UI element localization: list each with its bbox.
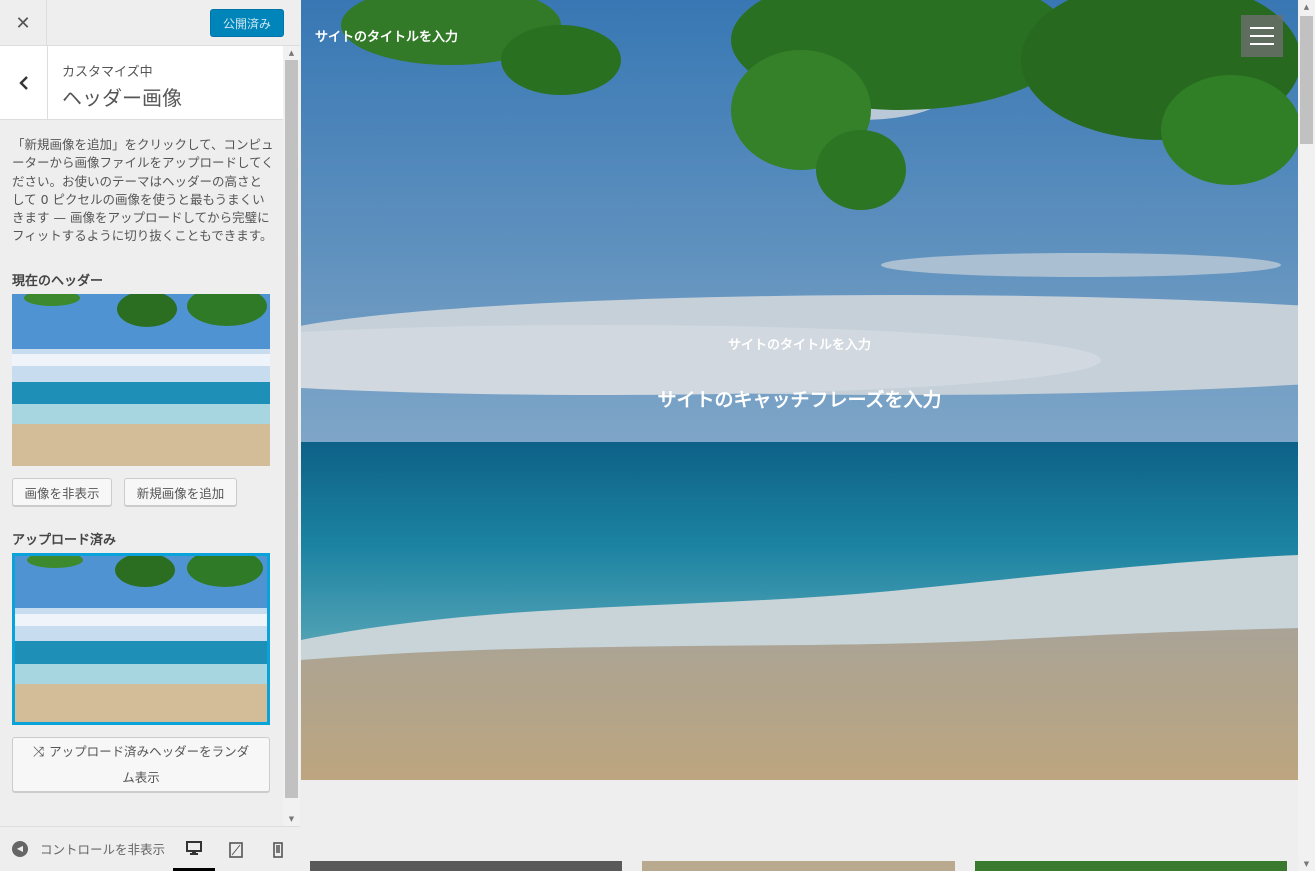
collapse-icon: ◀ (12, 840, 28, 857)
tablet-icon (229, 841, 243, 858)
section-description: 「新規画像を追加」をクリックして、コンピューターから画像ファイルをアップロードし… (12, 137, 274, 244)
customizer-header: ✕ 公開済み (0, 0, 300, 46)
section-breadcrumb: カスタマイズ中 (62, 65, 153, 80)
customizer-sidebar: ✕ 公開済み カスタマイズ中 ヘッダー画像 「新規画像を追加」をクリックして、コ… (0, 0, 300, 871)
hide-image-button[interactable]: 画像を非表示 (12, 478, 112, 506)
uploaded-label: アップロード済み (12, 533, 117, 548)
add-new-image-button[interactable]: 新規画像を追加 (124, 478, 237, 506)
sidebar-scrollbar-thumb[interactable] (285, 60, 298, 798)
publish-button[interactable]: 公開済み (210, 9, 284, 37)
scroll-down-icon[interactable]: ▼ (283, 812, 300, 826)
preview-tablet-button[interactable] (215, 827, 257, 871)
shuffle-icon: ⤨ (32, 743, 45, 760)
scroll-up-icon[interactable]: ▲ (1298, 0, 1315, 14)
hero-site-title: サイトのタイトルを入力 (727, 338, 871, 353)
chevron-left-icon (18, 76, 28, 90)
current-header-label: 現在のヘッダー (12, 274, 104, 289)
preview-desktop-button[interactable] (173, 827, 215, 871)
menu-toggle-icon[interactable] (1241, 15, 1283, 57)
section-title: ヘッダー画像 (62, 86, 182, 110)
collapse-label: コントロールを非表示 (40, 842, 166, 857)
preview-mobile-button[interactable] (257, 827, 299, 871)
randomize-label-line1: アップロード済みヘッダーをランダ (49, 743, 250, 759)
randomize-label-line2: ム表示 (122, 769, 160, 785)
collapse-controls-button[interactable]: ◀ コントロールを非表示 (12, 839, 172, 858)
content-card[interactable] (975, 861, 1287, 871)
hero-tagline: サイトのキャッチフレーズを入力 (657, 389, 942, 411)
controls-panel: カスタマイズ中 ヘッダー画像 「新規画像を追加」をクリックして、コンピューターか… (0, 46, 300, 826)
randomize-headers-button[interactable]: ⤨ アップロード済みヘッダーをランダ ム表示 (12, 737, 270, 792)
scroll-up-icon[interactable]: ▲ (283, 46, 300, 60)
back-button[interactable] (0, 46, 48, 120)
content-card[interactable] (642, 861, 955, 871)
site-preview: サイトのタイトルを入力 サイトのタイトルを入力 サイトのキャッチフレーズを入力 … (301, 0, 1315, 871)
close-icon[interactable]: ✕ (0, 0, 47, 46)
current-header-thumbnail (12, 294, 270, 466)
content-card[interactable] (310, 861, 622, 871)
section-header: カスタマイズ中 ヘッダー画像 (0, 46, 283, 120)
scroll-down-icon[interactable]: ▼ (1298, 857, 1315, 871)
desktop-icon (186, 840, 202, 855)
site-title-nav[interactable]: サイトのタイトルを入力 (315, 26, 458, 45)
preview-scrollbar-thumb[interactable] (1300, 16, 1313, 144)
uploaded-header-thumbnail[interactable] (12, 553, 270, 725)
mobile-icon (273, 841, 283, 858)
customizer-footer: ◀ コントロールを非表示 (0, 826, 300, 871)
